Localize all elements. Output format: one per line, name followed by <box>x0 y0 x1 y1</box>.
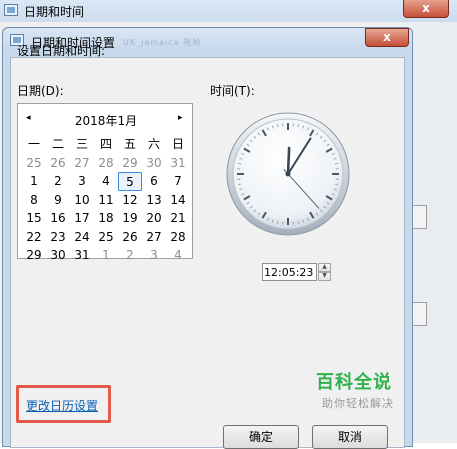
calendar-weekday: 三 <box>70 135 94 154</box>
calendar-day[interactable]: 16 <box>46 209 70 228</box>
calendar-day[interactable]: 30 <box>46 246 70 265</box>
background-button-fragment[interactable] <box>413 205 427 229</box>
dialog-title-ghost-text: UK_Jamaica 视频 <box>123 37 201 48</box>
calendar-day[interactable]: 10 <box>70 191 94 210</box>
time-spinner-buttons: ▲ ▼ <box>318 263 331 281</box>
spin-down-icon[interactable]: ▼ <box>318 272 331 281</box>
calendar-day[interactable]: 31 <box>166 154 190 173</box>
calendar-day[interactable]: 26 <box>118 228 142 247</box>
window-icon <box>4 4 18 16</box>
calendar-day[interactable]: 25 <box>94 228 118 247</box>
background-button-fragment[interactable] <box>413 302 427 326</box>
calendar-day[interactable]: 23 <box>46 228 70 247</box>
background-window-title: 日期和时间 <box>24 3 84 20</box>
calendar: ◂ 2018年1月 ▸ 一 二 三 四 五 六 日 25 26 27 28 29… <box>17 103 193 259</box>
calendar-day[interactable]: 28 <box>94 154 118 173</box>
clock-minute-tick <box>335 163 338 164</box>
calendar-day[interactable]: 14 <box>166 191 190 210</box>
clock-minute-tick <box>298 221 299 224</box>
calendar-grid: 一 二 三 四 五 六 日 25 26 27 28 29 30 31 1 2 3… <box>22 135 190 265</box>
calendar-day[interactable]: 19 <box>118 209 142 228</box>
clock-hour-hand <box>288 148 289 174</box>
change-calendar-settings-link[interactable]: 更改日历设置 <box>26 397 98 414</box>
close-icon: x <box>383 30 391 44</box>
calendar-weekday: 六 <box>142 135 166 154</box>
spin-up-icon[interactable]: ▲ <box>318 263 331 272</box>
calendar-month-title[interactable]: 2018年1月 <box>18 112 194 129</box>
calendar-day[interactable]: 26 <box>46 154 70 173</box>
calendar-day[interactable]: 1 <box>94 246 118 265</box>
calendar-day[interactable]: 29 <box>118 154 142 173</box>
background-titlebar: 日期和时间 x <box>0 0 457 22</box>
cancel-button[interactable]: 取消 <box>312 425 388 449</box>
calendar-day[interactable]: 22 <box>22 228 46 247</box>
calendar-weekday: 四 <box>94 135 118 154</box>
ok-button[interactable]: 确定 <box>223 425 299 449</box>
clock-minute-tick <box>238 184 241 185</box>
calendar-day[interactable]: 30 <box>142 154 166 173</box>
calendar-day[interactable]: 3 <box>70 172 94 191</box>
next-month-icon[interactable]: ▸ <box>178 113 183 123</box>
calendar-day[interactable]: 11 <box>94 191 118 210</box>
calendar-day[interactable]: 25 <box>22 154 46 173</box>
watermark: 百科全说 助你轻松解决 <box>316 368 420 416</box>
calendar-day[interactable]: 12 <box>118 191 142 210</box>
calendar-day[interactable]: 27 <box>70 154 94 173</box>
calendar-day[interactable]: 21 <box>166 209 190 228</box>
calendar-day[interactable]: 2 <box>46 172 70 191</box>
calendar-day[interactable]: 31 <box>70 246 94 265</box>
clock-minute-tick <box>298 124 299 127</box>
watermark-title: 百科全说 <box>316 368 392 394</box>
dialog-heading: 设置日期和时间: <box>17 42 105 59</box>
calendar-day-selected[interactable]: 5 <box>118 172 142 191</box>
background-close-button[interactable]: x <box>403 0 449 18</box>
calendar-day[interactable]: 8 <box>22 191 46 210</box>
calendar-day[interactable]: 17 <box>70 209 94 228</box>
time-spinner: ▲ ▼ <box>262 263 334 281</box>
calendar-weekday: 一 <box>22 135 46 154</box>
time-label: 时间(T): <box>210 82 255 99</box>
calendar-day[interactable]: 18 <box>94 209 118 228</box>
calendar-day[interactable]: 1 <box>22 172 46 191</box>
clock-minute-tick <box>277 124 278 127</box>
calendar-weekday: 五 <box>118 135 142 154</box>
clock-center <box>286 172 291 177</box>
calendar-day[interactable]: 2 <box>118 246 142 265</box>
calendar-weekday: 二 <box>46 135 70 154</box>
calendar-day[interactable]: 20 <box>142 209 166 228</box>
dialog-close-button[interactable]: x <box>365 28 409 47</box>
clock-minute-tick <box>238 163 241 164</box>
calendar-day[interactable]: 9 <box>46 191 70 210</box>
watermark-subtitle: 助你轻松解决 <box>322 395 394 411</box>
clock-minute-tick <box>277 221 278 224</box>
calendar-day[interactable]: 28 <box>166 228 190 247</box>
calendar-day[interactable]: 3 <box>142 246 166 265</box>
date-label: 日期(D): <box>17 82 64 99</box>
calendar-day[interactable]: 7 <box>166 172 190 191</box>
calendar-weekday: 日 <box>166 135 190 154</box>
calendar-day[interactable]: 24 <box>70 228 94 247</box>
calendar-day[interactable]: 4 <box>166 246 190 265</box>
calendar-day[interactable]: 6 <box>142 172 166 191</box>
calendar-day[interactable]: 15 <box>22 209 46 228</box>
calendar-day[interactable]: 4 <box>94 172 118 191</box>
clock-minute-tick <box>335 184 338 185</box>
time-input[interactable] <box>262 263 317 281</box>
calendar-day[interactable]: 27 <box>142 228 166 247</box>
close-icon: x <box>422 1 430 15</box>
calendar-day[interactable]: 13 <box>142 191 166 210</box>
calendar-day[interactable]: 29 <box>22 246 46 265</box>
analog-clock-icon <box>226 112 350 236</box>
